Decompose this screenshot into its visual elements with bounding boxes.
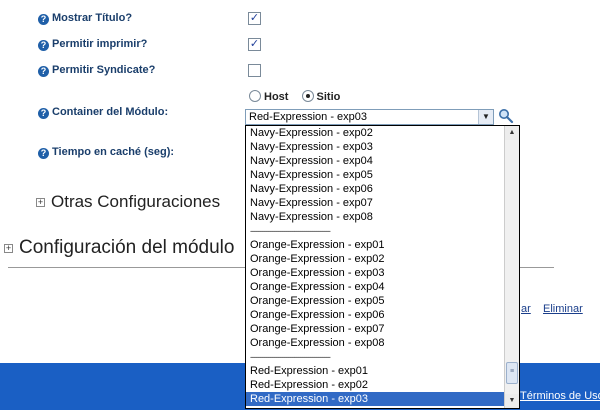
chevron-down-icon[interactable]: ▼: [478, 110, 493, 124]
allow-syndicate-label: ? Permitir Syndicate?: [38, 64, 155, 77]
dropdown-option[interactable]: Navy-Expression - exp04: [246, 154, 505, 168]
expand-icon[interactable]: +: [4, 244, 13, 253]
host-radio-label: Host: [264, 91, 289, 103]
dropdown-option[interactable]: Navy-Expression - exp07: [246, 196, 505, 210]
dropdown-option[interactable]: Red-Expression - exp01: [246, 364, 505, 378]
container-label: ? Container del Módulo:: [38, 106, 168, 119]
help-icon[interactable]: ?: [38, 66, 49, 77]
dropdown-option[interactable]: Orange-Expression - exp03: [246, 266, 505, 280]
site-radio[interactable]: [301, 90, 314, 102]
scroll-down-icon[interactable]: ▼: [505, 394, 519, 408]
dropdown-option[interactable]: Navy-Expression - exp08: [246, 210, 505, 224]
dropdown-option[interactable]: Orange-Expression - exp04: [246, 280, 505, 294]
dropdown-separator: ----------------------------------------: [250, 352, 331, 362]
allow-syndicate-checkbox[interactable]: [248, 64, 261, 77]
dropdown-separator: ----------------------------------------: [250, 226, 331, 236]
dropdown-option[interactable]: Navy-Expression - exp03: [246, 140, 505, 154]
container-scope-radio-group: Host Sitio: [249, 90, 350, 103]
help-icon[interactable]: ?: [38, 14, 49, 25]
dropdown-option[interactable]: Orange-Expression - exp01: [246, 238, 505, 252]
show-title-checkbox[interactable]: ✓: [248, 12, 261, 25]
help-icon[interactable]: ?: [38, 40, 49, 51]
dropdown-option[interactable]: Navy-Expression - exp02: [246, 126, 505, 140]
dropdown-option[interactable]: Orange-Expression - exp02: [246, 252, 505, 266]
site-radio-label: Sitio: [316, 91, 341, 103]
expand-icon[interactable]: +: [36, 198, 45, 207]
dropdown-option[interactable]: Orange-Expression - exp06: [246, 308, 505, 322]
container-select[interactable]: Red-Expression - exp03 ▼: [245, 109, 494, 125]
dropdown-option[interactable]: Orange-Expression - exp05: [246, 294, 505, 308]
host-radio[interactable]: [249, 90, 261, 102]
dropdown-option[interactable]: Orange-Expression - exp07: [246, 322, 505, 336]
allow-print-label: ? Permitir imprimir?: [38, 38, 147, 51]
terms-of-use-link[interactable]: Términos de Uso: [520, 390, 600, 402]
other-settings-title: Otras Configuraciones: [51, 192, 221, 211]
dropdown-option[interactable]: Navy-Expression - exp05: [246, 168, 505, 182]
help-icon[interactable]: ?: [38, 108, 49, 119]
container-select-value: Red-Expression - exp03: [249, 111, 368, 123]
dropdown-option[interactable]: Orange-Expression - exp08: [246, 336, 505, 350]
module-settings-title: Configuración del módulo: [19, 237, 235, 258]
container-dropdown-list[interactable]: Navy-Expression - exp02 Navy-Expression -…: [245, 125, 520, 409]
dropdown-scrollbar[interactable]: ▲ ≡ ▼: [504, 126, 519, 408]
dropdown-option[interactable]: Red-Expression - exp03: [246, 392, 505, 406]
dropdown-option[interactable]: Red-Expression - exp02: [246, 378, 505, 392]
help-icon[interactable]: ?: [38, 148, 49, 159]
scroll-thumb[interactable]: ≡: [506, 362, 518, 384]
module-settings-section[interactable]: + Configuración del módulo: [4, 237, 234, 259]
dropdown-options: Navy-Expression - exp02 Navy-Expression -…: [246, 126, 505, 408]
allow-print-checkbox[interactable]: ✓: [248, 38, 261, 51]
dropdown-option[interactable]: Navy-Expression - exp06: [246, 182, 505, 196]
delete-link[interactable]: Eliminar: [543, 303, 583, 315]
show-title-label: ? Mostrar Título?: [38, 12, 132, 25]
cache-time-label: ? Tiempo en caché (seg):: [38, 146, 174, 159]
other-settings-section[interactable]: + Otras Configuraciones: [36, 192, 220, 212]
update-link[interactable]: ar: [521, 303, 531, 315]
scroll-up-icon[interactable]: ▲: [505, 126, 519, 140]
